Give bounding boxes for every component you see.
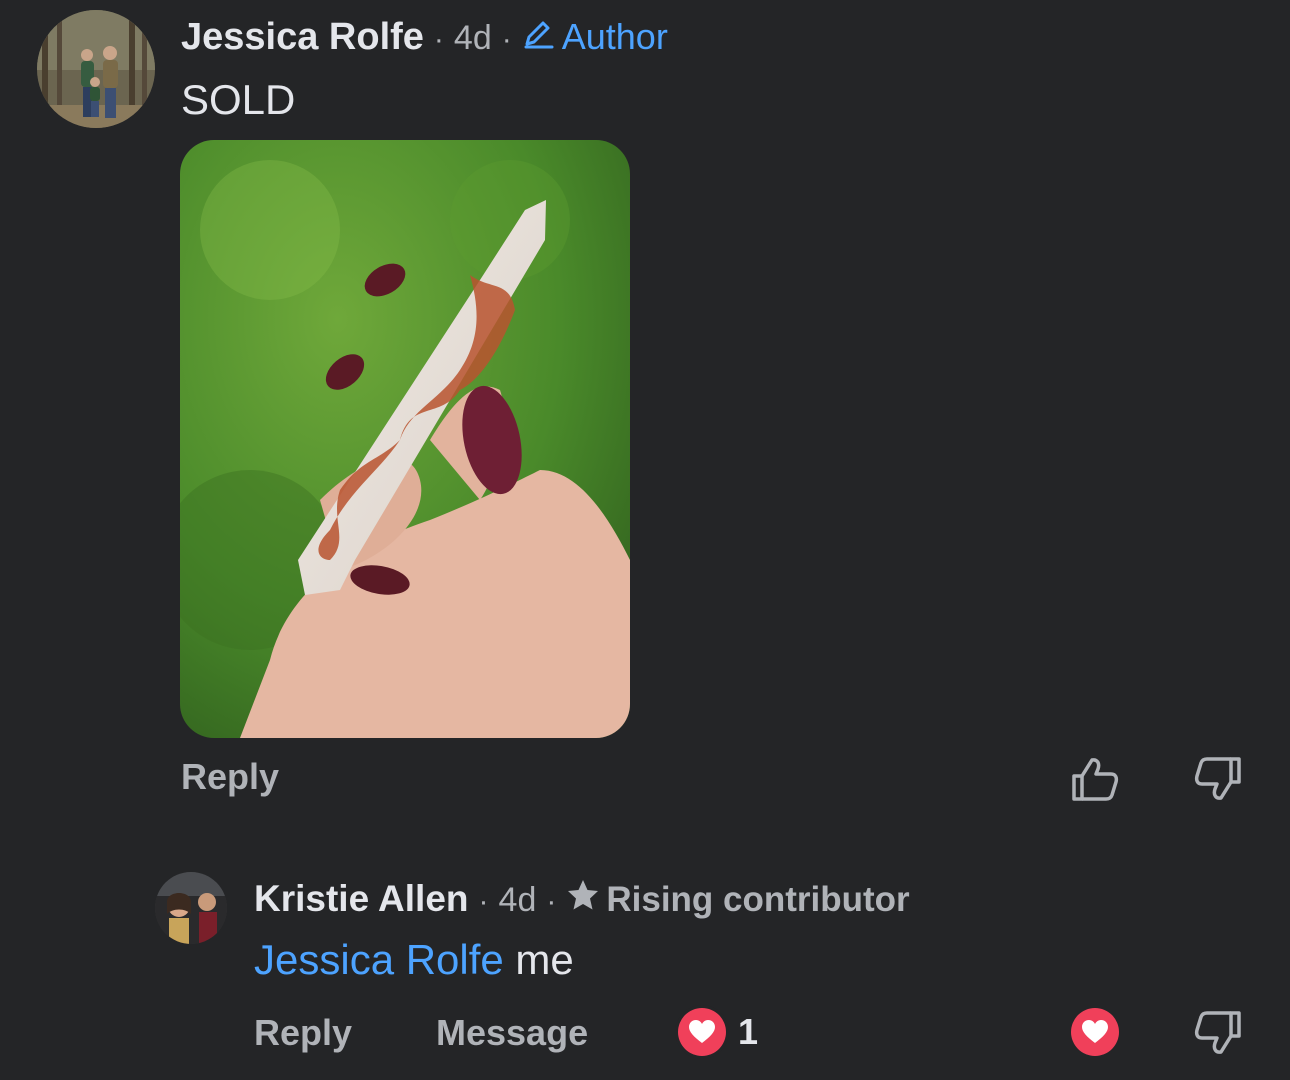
comment-meta: Jessica Rolfe · 4d · Author <box>181 16 668 59</box>
rising-contributor-badge: Rising contributor <box>566 879 910 920</box>
reply-button[interactable]: Reply <box>254 1012 352 1054</box>
avatar[interactable] <box>155 872 227 944</box>
author-name[interactable]: Kristie Allen <box>254 878 469 920</box>
thumbs-down-icon <box>1193 1011 1243 1060</box>
comment-text-body: me <box>503 936 574 983</box>
separator-dot: · <box>546 885 557 918</box>
separator-dot: · <box>433 23 444 56</box>
mention-link[interactable]: Jessica Rolfe <box>254 936 504 983</box>
heart-icon <box>1071 1008 1119 1056</box>
rising-contributor-label: Rising contributor <box>606 879 910 919</box>
thumbs-down-icon <box>1193 757 1243 806</box>
reply-button[interactable]: Reply <box>181 756 279 798</box>
separator-dot: · <box>501 23 512 56</box>
timestamp[interactable]: 4d <box>454 19 492 58</box>
dislike-button[interactable] <box>1193 1010 1243 1056</box>
star-icon <box>566 879 606 920</box>
message-button[interactable]: Message <box>436 1012 588 1054</box>
like-button[interactable] <box>1070 756 1120 802</box>
author-name[interactable]: Jessica Rolfe <box>181 16 424 59</box>
love-button[interactable] <box>1071 1008 1119 1056</box>
comment-text: Jessica Rolfe me <box>254 936 574 984</box>
thumbs-up-icon <box>1070 758 1120 806</box>
comment-meta: Kristie Allen · 4d · Rising contributor <box>254 878 910 920</box>
avatar[interactable] <box>37 10 155 128</box>
reaction-summary[interactable]: 1 <box>678 1008 758 1056</box>
dislike-button[interactable] <box>1193 756 1243 802</box>
reaction-count: 1 <box>738 1011 759 1052</box>
author-badge: Author <box>522 16 668 58</box>
timestamp[interactable]: 4d <box>499 881 537 920</box>
author-badge-label: Author <box>561 16 668 57</box>
pencil-icon <box>522 16 562 58</box>
comment-photo[interactable] <box>180 140 630 738</box>
heart-reaction-icon <box>678 1008 726 1056</box>
separator-dot: · <box>478 885 489 918</box>
comment-text: SOLD <box>181 76 296 123</box>
